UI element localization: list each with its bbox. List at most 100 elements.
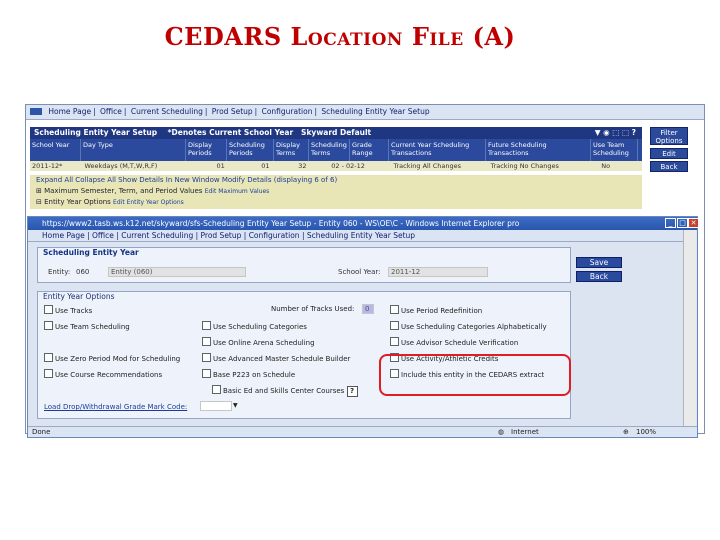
option-base-p223[interactable]: Base P223 on Schedule — [202, 369, 295, 380]
nav-home[interactable]: Home Page — [42, 231, 85, 240]
nav-prod-setup[interactable]: Prod Setup — [210, 107, 255, 116]
tracks-used-label: Number of Tracks Used: — [271, 305, 355, 313]
col-school-year[interactable]: School Year — [30, 139, 81, 161]
option-label: Basic Ed and Skills Center Courses — [223, 387, 345, 395]
col-scheduling-periods[interactable]: Scheduling Periods — [227, 139, 274, 161]
option-team-scheduling[interactable]: Use Team Scheduling — [44, 321, 130, 332]
option-label: Use Team Scheduling — [55, 323, 130, 331]
popup-nav-bar: Home Page | Office | Current Scheduling … — [28, 230, 696, 242]
checkbox[interactable] — [212, 385, 221, 394]
col-display-terms[interactable]: Display Terms — [274, 139, 309, 161]
status-zoom[interactable]: 100% — [636, 427, 656, 437]
option-course-recommendations[interactable]: Use Course Recommendations — [44, 369, 162, 380]
checkbox[interactable] — [390, 305, 399, 314]
col-day-type[interactable]: Day Type — [81, 139, 186, 161]
nav-office[interactable]: Office — [98, 107, 124, 116]
option-label: Use Scheduling Categories — [213, 323, 307, 331]
checkbox[interactable] — [202, 353, 211, 362]
scrollbar[interactable] — [683, 230, 696, 426]
expand-links[interactable]: Expand All Collapse All Show Details In … — [30, 175, 642, 186]
option-use-tracks[interactable]: Use Tracks — [44, 305, 92, 316]
grid-columns: School Year Day Type Display Periods Sch… — [30, 139, 642, 161]
options-title: Entity Year Options — [43, 292, 115, 301]
detail-area: Expand All Collapse All Show Details In … — [30, 175, 642, 209]
nav-current-scheduling[interactable]: Current Scheduling — [121, 231, 193, 240]
col-scheduling-terms[interactable]: Scheduling Terms — [309, 139, 350, 161]
nav-entity-year-setup[interactable]: Scheduling Entity Year Setup — [307, 231, 415, 240]
option-label: Use Tracks — [55, 307, 93, 315]
back-button[interactable]: Back — [650, 161, 688, 172]
checkbox[interactable] — [202, 369, 211, 378]
col-team-scheduling[interactable]: Use Team Scheduling — [591, 139, 638, 161]
cell-future-transactions: Tracking No Changes — [490, 162, 559, 170]
checkbox[interactable] — [390, 321, 399, 330]
col-grade-range[interactable]: Grade Range — [350, 139, 389, 161]
option-advanced-builder[interactable]: Use Advanced Master Schedule Builder — [202, 353, 350, 364]
grid-header: Scheduling Entity Year Setup *Denotes Cu… — [30, 127, 642, 171]
option-online-arena[interactable]: Use Online Arena Scheduling — [202, 337, 315, 348]
cedars-option-highlight — [379, 354, 571, 396]
edit-max-values-link[interactable]: Edit Maximum Values — [205, 188, 270, 195]
edit-button[interactable]: Edit — [650, 148, 688, 159]
option-scheduling-categories[interactable]: Use Scheduling Categories — [202, 321, 307, 332]
nav-prod-setup[interactable]: Prod Setup — [201, 231, 242, 240]
nav-configuration[interactable]: Configuration — [249, 231, 300, 240]
option-categories-alphabetically[interactable]: Use Scheduling Categories Alphabetically — [390, 321, 547, 332]
nav-current-scheduling[interactable]: Current Scheduling — [129, 107, 205, 116]
status-zone: Internet — [511, 428, 539, 436]
help-icon[interactable]: ? — [346, 386, 358, 397]
status-done: Done — [32, 428, 51, 436]
close-icon[interactable]: ✕ — [688, 218, 699, 228]
nav-home[interactable]: Home Page — [46, 107, 93, 116]
option-label: Use Advisor Schedule Verification — [401, 339, 519, 347]
option-zero-period[interactable]: Use Zero Period Mod for Scheduling — [44, 353, 180, 364]
checkbox[interactable] — [390, 337, 399, 346]
maximize-icon[interactable]: □ — [677, 218, 688, 228]
grade-mark-select[interactable] — [200, 401, 232, 411]
checkbox[interactable] — [44, 305, 53, 314]
home-icon[interactable] — [30, 108, 42, 115]
option-basic-ed-skills[interactable]: Basic Ed and Skills Center Courses ? — [212, 385, 358, 397]
option-label: Use Online Arena Scheduling — [213, 339, 315, 347]
popup-title-bar: https://www2.tasb.ws.k12.net/skyward/sfs… — [28, 217, 697, 230]
entity-year-options-label: Entity Year Options — [44, 198, 111, 206]
nav-configuration[interactable]: Configuration — [260, 107, 315, 116]
option-label: Use Period Redefinition — [401, 307, 483, 315]
zoom-icon[interactable]: ⊕ — [623, 427, 629, 437]
checkbox[interactable] — [44, 369, 53, 378]
entity-value: 060 — [76, 268, 90, 276]
table-row[interactable]: 2011-12* Weekdays (M,T,W,R,F) 01 01 32 0… — [30, 161, 642, 171]
checkbox[interactable] — [202, 321, 211, 330]
max-values-label: Maximum Semester, Term, and Period Value… — [44, 187, 203, 195]
grade-mark-label[interactable]: Load Drop/Withdrawal Grade Mark Code: — [44, 402, 187, 412]
chevron-down-icon[interactable]: ▼ — [233, 401, 238, 411]
max-values-row: ⊞ Maximum Semester, Term, and Period Val… — [36, 187, 270, 195]
option-label: Use Advanced Master Schedule Builder — [213, 355, 351, 363]
checkbox[interactable] — [44, 321, 53, 330]
popup-window: https://www2.tasb.ws.k12.net/skyward/sfs… — [27, 216, 699, 438]
option-label: Use Course Recommendations — [55, 371, 163, 379]
save-button[interactable]: Save — [576, 257, 622, 268]
col-current-transactions[interactable]: Current Year Scheduling Transactions — [389, 139, 486, 161]
edit-entity-year-options-link[interactable]: Edit Entity Year Options — [113, 199, 184, 206]
back-nav-bar: Home Page | Office | Current Scheduling | P… — [26, 105, 704, 120]
option-label: Use Scheduling Categories Alphabetically — [401, 323, 547, 331]
filter-options-button[interactable]: Filter Options — [650, 127, 688, 145]
option-period-redefinition[interactable]: Use Period Redefinition — [390, 305, 482, 316]
option-advisor-verification[interactable]: Use Advisor Schedule Verification — [390, 337, 518, 348]
grid-toolbar-icons[interactable]: ▼ ◉ ⬚ ⬚ ? — [595, 127, 636, 139]
col-future-transactions[interactable]: Future Scheduling Transactions — [486, 139, 591, 161]
grid-subtitle: *Denotes Current School Year — [167, 128, 294, 137]
checkbox[interactable] — [44, 353, 53, 362]
nav-entity-year-setup[interactable]: Scheduling Entity Year Setup — [319, 107, 431, 116]
minimize-icon[interactable]: _ — [665, 218, 676, 228]
nav-office[interactable]: Office — [92, 231, 114, 240]
checkbox[interactable] — [202, 337, 211, 346]
back-button[interactable]: Back — [576, 271, 622, 282]
col-display-periods[interactable]: Display Periods — [186, 139, 227, 161]
school-year-label: School Year: — [338, 268, 381, 276]
slide-title: CEDARS Location File (A) — [164, 22, 516, 51]
status-bar: Done ◍ Internet ⊕ 100% — [28, 426, 697, 437]
grid-title: Scheduling Entity Year Setup *Denotes Cu… — [30, 127, 642, 139]
tracks-used-field[interactable]: 0 — [362, 304, 374, 314]
